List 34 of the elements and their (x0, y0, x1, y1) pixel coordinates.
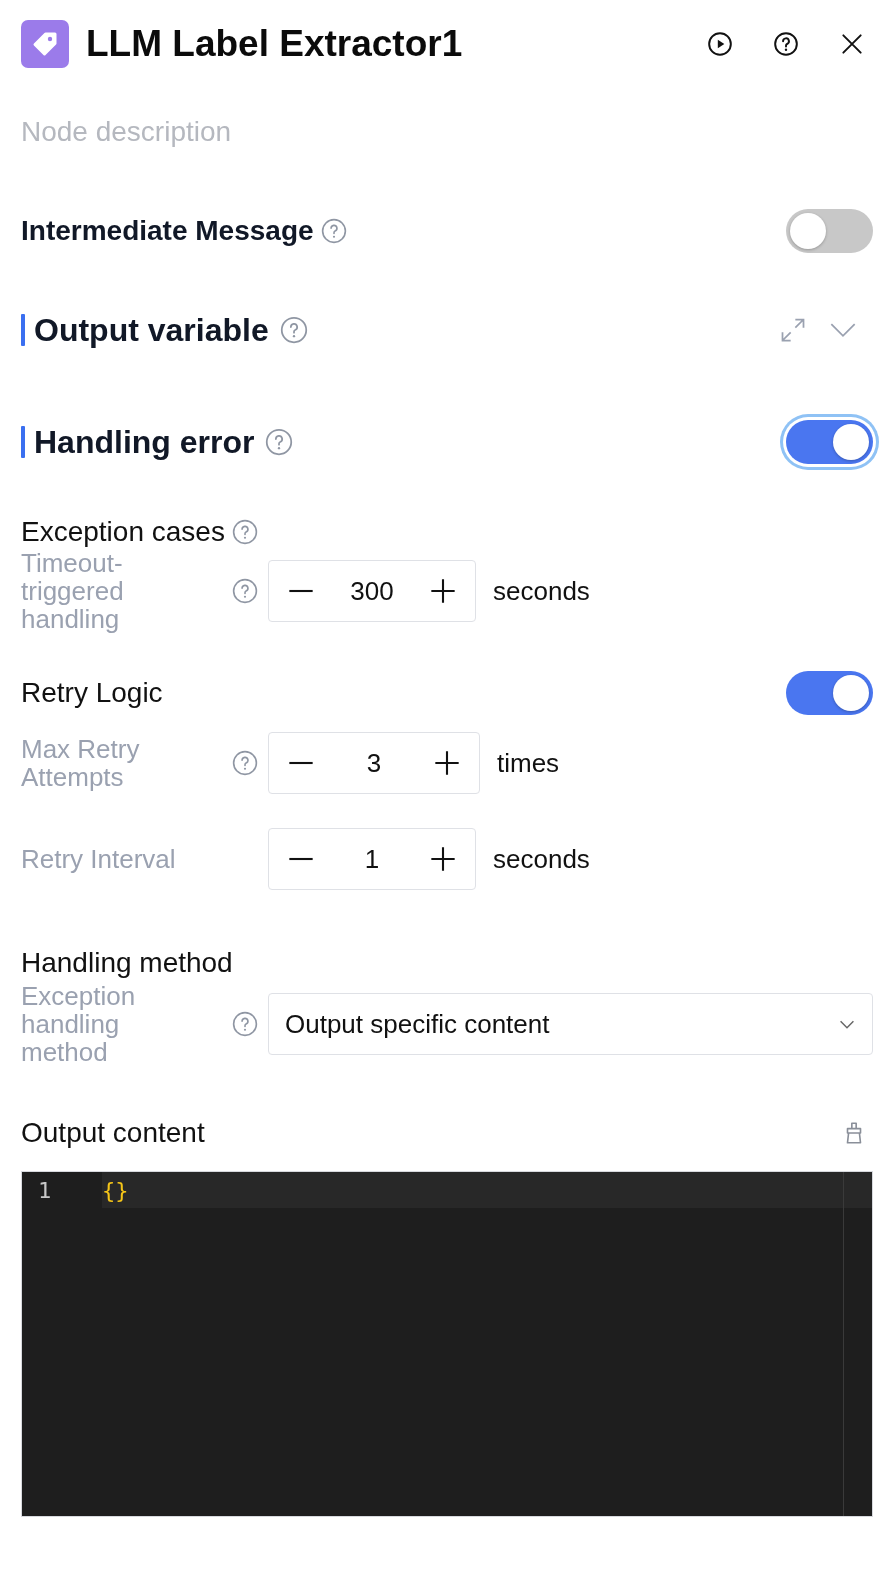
code-editor[interactable]: 1 {} (21, 1171, 873, 1517)
code-text: {} (102, 1177, 129, 1203)
field-label: Max Retry Attempts (21, 735, 141, 791)
toggle-switch[interactable] (786, 671, 873, 715)
number-stepper[interactable]: 3 (268, 732, 480, 794)
close-icon[interactable] (839, 31, 865, 57)
subsection-label: Exception cases (21, 516, 225, 548)
plus-icon[interactable] (429, 845, 457, 873)
unit-label: seconds (493, 843, 590, 875)
expand-icon[interactable] (779, 316, 807, 344)
unit-label: seconds (493, 575, 590, 607)
node-title: LLM Label Extractor1 (86, 23, 464, 65)
tag-icon (21, 20, 69, 68)
plus-icon[interactable] (429, 577, 457, 605)
subsection-label: Retry Logic (21, 677, 163, 709)
select-dropdown[interactable]: Output specific content (268, 993, 873, 1055)
run-icon[interactable] (707, 31, 733, 57)
plus-icon[interactable] (433, 749, 461, 777)
number-stepper[interactable]: 1 (268, 828, 476, 890)
toggle-switch[interactable] (786, 209, 873, 253)
line-number: 1 (37, 1177, 53, 1203)
unit-label: times (497, 747, 560, 779)
field-label: Timeout-triggered handling (21, 549, 125, 633)
section-accent-bar (21, 426, 25, 458)
section-title: Output variable (34, 311, 269, 349)
section-title: Handling error (34, 423, 255, 461)
field-label: Exception handling method (21, 982, 137, 1066)
setting-label: Intermediate Message (21, 215, 314, 247)
field-label: Retry Interval (21, 845, 177, 873)
section-accent-bar (21, 314, 25, 346)
subsection-label: Output content (21, 1117, 205, 1149)
number-stepper[interactable]: 300 (268, 560, 476, 622)
subsection-label: Handling method (21, 947, 234, 980)
help-icon[interactable] (773, 31, 799, 57)
